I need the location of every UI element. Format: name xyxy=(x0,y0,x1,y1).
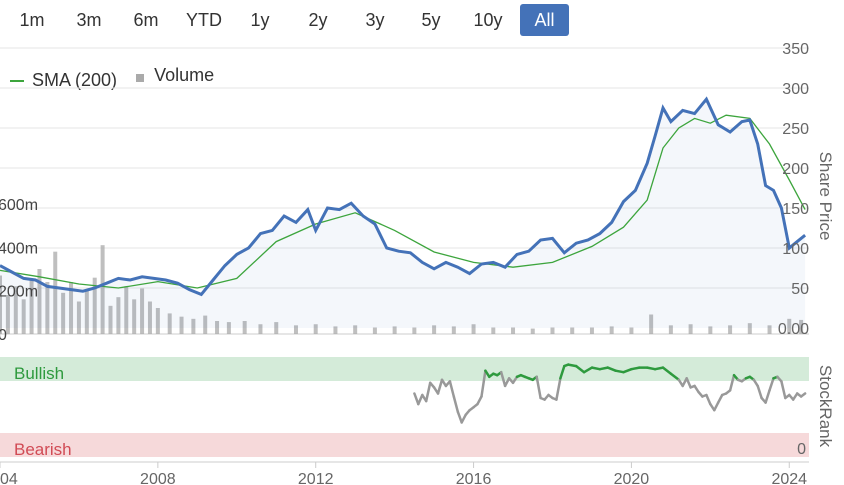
volume-bar xyxy=(530,328,535,334)
stockrank-segment xyxy=(713,401,720,412)
volume-tick-label: 400m xyxy=(0,240,38,257)
price-tick-label: 50 xyxy=(791,281,809,298)
stockrank-segment xyxy=(764,389,771,404)
stockrank-segment xyxy=(799,392,807,398)
price-area xyxy=(0,99,806,328)
stockrank-segment xyxy=(476,395,483,406)
price-tick-label: 350 xyxy=(782,41,809,58)
volume-tick-label: 0 xyxy=(0,327,7,344)
stockrank-segment xyxy=(705,393,712,406)
x-tick-label: 2016 xyxy=(456,471,492,485)
volume-tick-label: 200m xyxy=(0,284,38,301)
price-tick-label: 300 xyxy=(782,81,809,98)
volume-bar xyxy=(491,327,496,334)
x-axis-ticks: 2004 2008 2012 2016 2020 2024 xyxy=(0,461,809,485)
volume-tick-label: 600m xyxy=(0,197,38,214)
volume-bar xyxy=(589,327,594,334)
price-tick-label: 0.00 xyxy=(778,321,809,338)
stockrank-segment xyxy=(555,377,562,401)
x-tick-label: 2020 xyxy=(614,471,650,485)
volume-bar xyxy=(570,327,575,334)
bullish-band xyxy=(0,357,809,381)
stockrank-segment xyxy=(456,410,463,424)
volume-bar xyxy=(550,327,555,334)
stockrank-segment xyxy=(460,413,467,424)
x-tick-label: 2004 xyxy=(0,471,18,485)
stockrank-segment xyxy=(716,393,724,404)
price-axis-title: Share Price xyxy=(816,152,835,241)
price-tick-label: 100 xyxy=(782,241,809,258)
price-chart: 0.00 50 100 150 200 250 300 350 0 200m 400m 600m S… xyxy=(0,41,835,485)
x-tick-label: 2008 xyxy=(140,471,176,485)
stockrank-segment xyxy=(756,384,763,400)
stockrank-zero-label: 0 xyxy=(797,441,806,458)
price-tick-label: 200 xyxy=(782,161,809,178)
stockrank-axis-title: StockRank xyxy=(816,365,835,448)
x-tick-label: 2024 xyxy=(771,471,807,485)
stockrank-segment xyxy=(436,378,444,395)
bullish-label: Bullish xyxy=(14,364,64,383)
volume-bar xyxy=(372,327,377,334)
stockrank-segment xyxy=(780,380,787,400)
x-tick-label: 2012 xyxy=(298,471,334,485)
bearish-band xyxy=(0,433,809,457)
volume-bar xyxy=(511,327,516,334)
bearish-label: Bearish xyxy=(14,440,72,459)
price-tick-label: 150 xyxy=(782,201,809,218)
price-tick-label: 250 xyxy=(782,121,809,138)
volume-bar xyxy=(412,327,417,334)
stockrank-segment xyxy=(452,395,460,413)
stockrank-segment xyxy=(424,381,432,403)
stockrank-segment xyxy=(448,380,456,398)
volume-bar xyxy=(629,327,634,334)
